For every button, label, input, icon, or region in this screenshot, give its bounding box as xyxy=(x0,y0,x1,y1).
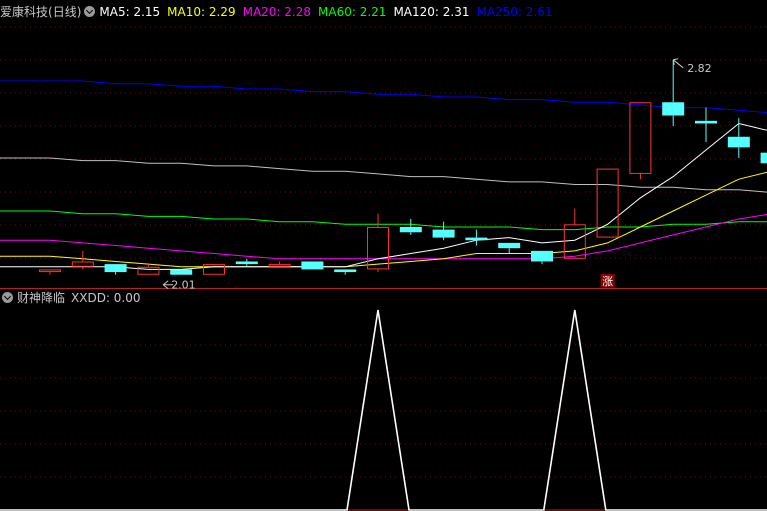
candle xyxy=(727,118,750,158)
candle xyxy=(235,258,258,267)
main-panel-legend: 爱康科技(日线) MA5: 2.15 MA10: 2.29 MA20: 2.28 MA6… xyxy=(0,2,567,22)
candle-body xyxy=(399,226,422,233)
limit-up-badge-text: 涨 xyxy=(602,275,613,288)
candle-body xyxy=(334,269,357,273)
candle-body xyxy=(203,264,225,275)
xxdd-signal-line xyxy=(0,309,767,511)
candle xyxy=(268,261,291,267)
candle xyxy=(170,269,193,275)
candle xyxy=(334,269,357,275)
chevron-down-icon[interactable] xyxy=(2,292,13,303)
ma-legend-item: MA120: 2.31 xyxy=(393,5,470,19)
candle-body xyxy=(39,269,61,273)
candle xyxy=(498,242,521,254)
high-arrow-icon xyxy=(672,58,684,69)
low-price-label: 2.01 xyxy=(171,279,196,292)
main-panel-grid xyxy=(0,26,767,259)
candle-body xyxy=(498,242,521,249)
candle-body xyxy=(727,136,750,148)
moving-average-lines xyxy=(0,80,767,270)
candle-body xyxy=(301,261,324,270)
ma-legend-items: MA5: 2.15 MA10: 2.29 MA20: 2.28 MA60: 2.21 M… xyxy=(99,5,559,19)
candle-body xyxy=(662,102,685,116)
candle-body xyxy=(531,250,553,262)
candle xyxy=(695,107,717,143)
chevron-down-icon[interactable] xyxy=(84,6,96,17)
candle xyxy=(203,264,225,275)
chart-period: (日线) xyxy=(48,5,82,19)
candle xyxy=(399,219,422,235)
candle xyxy=(71,250,94,270)
ma-legend-item: MA20: 2.28 xyxy=(242,5,312,19)
candle xyxy=(465,229,488,246)
candle xyxy=(432,221,455,241)
price-annotations: 2.82 2.01 涨 xyxy=(162,58,712,292)
ma250-line xyxy=(0,80,767,114)
candle-body xyxy=(465,237,488,241)
candle-body xyxy=(695,120,717,124)
candle-body xyxy=(367,226,389,270)
indicator-value: XXDD: 0.00 xyxy=(71,291,141,305)
ma20-line xyxy=(0,213,767,260)
ma60-line xyxy=(0,210,767,231)
candle-body xyxy=(235,261,258,265)
candle xyxy=(531,250,553,265)
indicator-name: 财神降临 xyxy=(17,291,66,305)
candle xyxy=(760,152,767,164)
candle-body xyxy=(104,264,127,273)
candle-body xyxy=(170,269,193,275)
ma-legend-item: MA250: 2.61 xyxy=(476,5,553,19)
candlestick-series[interactable] xyxy=(39,59,767,275)
candle-body xyxy=(71,261,94,267)
high-price-label: 2.82 xyxy=(687,62,712,75)
indicator-panel-legend: 财神降临 XXDD: 0.00 xyxy=(0,288,148,308)
ma5-line xyxy=(0,122,767,270)
candle-body xyxy=(432,229,455,238)
ma120-line xyxy=(0,157,767,193)
indicator-panel-grid xyxy=(0,344,767,511)
candle xyxy=(39,269,61,275)
ma-legend-item: MA5: 2.15 xyxy=(99,5,161,19)
stock-name: 爱康科技 xyxy=(0,5,49,19)
candle-body xyxy=(760,152,767,164)
ma10-line xyxy=(0,170,767,268)
ma-legend-item: MA10: 2.29 xyxy=(167,5,236,19)
candle xyxy=(301,261,324,270)
candle xyxy=(629,102,652,180)
candle-body xyxy=(268,264,291,267)
candle-body xyxy=(629,102,652,174)
candle xyxy=(104,264,127,275)
stock-chart: 2.82 2.01 涨 xyxy=(0,26,767,511)
ma-legend-item: MA60: 2.21 xyxy=(318,5,387,19)
